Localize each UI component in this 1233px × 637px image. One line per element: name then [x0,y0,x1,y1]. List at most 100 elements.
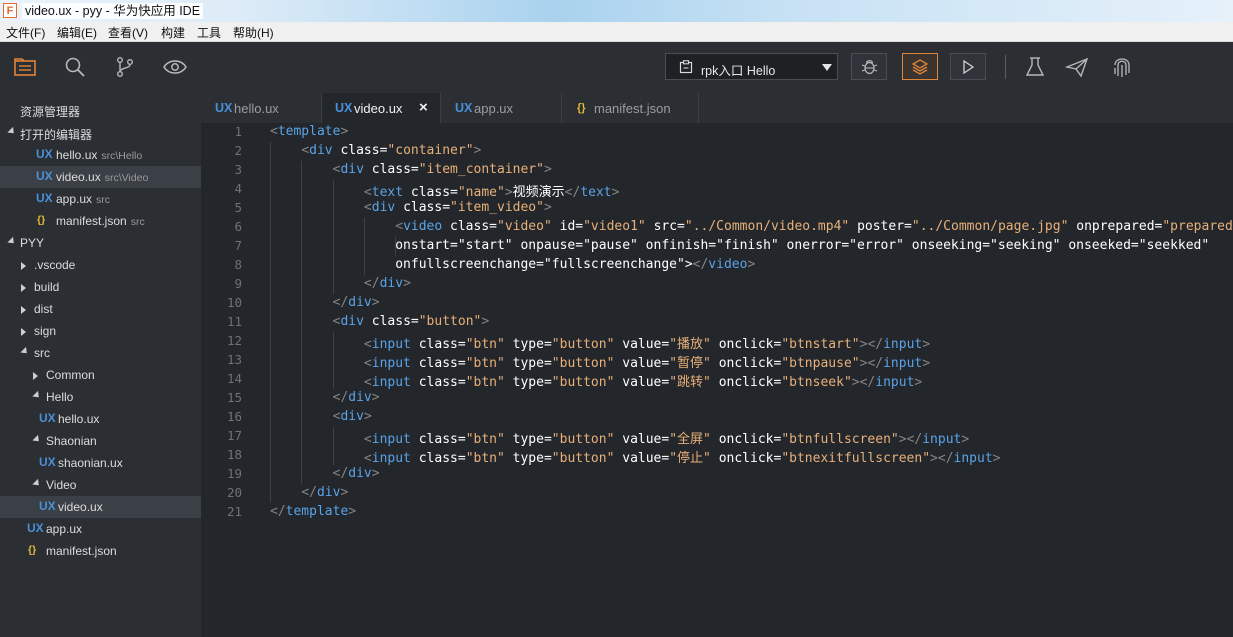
tree-item-path: src\Hello [101,150,143,162]
ux-file-icon: UX [215,101,233,115]
page-entry-icon [679,60,693,74]
tab-separator [698,93,699,123]
chevron-right-icon[interactable] [33,372,38,380]
tree-item-label: sign [34,324,57,338]
tree-item-label: hello.ux [58,412,100,426]
code-line[interactable]: 13 <input class="btn" type="button" valu… [201,351,1233,371]
search-icon[interactable] [63,56,87,78]
code-line[interactable]: 17 <input class="btn" type="button" valu… [201,427,1233,447]
code-line[interactable]: 20 </div> [201,484,1233,503]
code-line[interactable]: 12 <input class="btn" type="button" valu… [201,332,1233,352]
build-button[interactable] [902,53,938,80]
code-line[interactable]: 7 onstart="start" onpause="pause" onfini… [201,237,1233,256]
ux-file-icon: UX [39,499,56,513]
tab-hello-ux[interactable]: UX hello.ux [201,93,321,123]
code-line[interactable]: 6 <video class="video" id="video1" src="… [201,218,1233,237]
ux-file-icon: UX [36,191,53,205]
tree-item-video[interactable]: Video [0,474,201,496]
close-tab-icon[interactable]: × [419,99,428,116]
chevron-down-icon[interactable] [7,236,17,247]
code-line[interactable]: 21 </template> [201,503,1233,522]
open-editor-item[interactable]: {} manifest.json src [0,210,201,232]
debug-button[interactable] [851,53,887,80]
code-text: <input class="btn" type="button" value="… [363,432,970,447]
open-editors-header[interactable]: 打开的编辑器 [0,122,201,144]
code-line[interactable]: 1 <template> [201,123,1233,142]
project-root[interactable]: PYY [0,232,201,254]
code-line[interactable]: 5 <div class="item_video"> [201,199,1233,218]
tree-item-app-ux[interactable]: UX app.ux [0,518,201,540]
open-editor-item[interactable]: UX app.ux src [0,188,201,210]
menu-help[interactable]: 帮助(H) [233,24,274,41]
code-line[interactable]: 14 <input class="btn" type="button" valu… [201,370,1233,390]
chevron-down-icon[interactable] [32,478,42,489]
code-text: <template> [270,124,349,139]
code-text: <video class="video" id="video1" src="..… [395,219,1233,234]
tree-item: hello.ux src\Hello [56,148,142,162]
tree-item-src[interactable]: src [0,342,201,364]
code-line[interactable]: 9 </div> [201,275,1233,294]
chevron-down-icon[interactable] [32,434,42,445]
code-line[interactable]: 11 <div class="button"> [201,313,1233,332]
flask-icon[interactable] [1024,56,1046,78]
line-number: 2 [234,143,242,158]
code-line[interactable]: 16 <div> [201,408,1233,427]
explorer-icon[interactable] [13,56,37,78]
menu-file[interactable]: 文件(F) [6,24,45,41]
code-line[interactable]: 15 </div> [201,389,1233,408]
tab-manifest-json[interactable]: {} manifest.json [562,93,698,123]
open-editor-item[interactable]: UX video.ux src\Video [0,166,201,188]
send-icon[interactable] [1065,56,1089,78]
code-line[interactable]: 3 <div class="item_container"> [201,161,1233,180]
tree-item-dist[interactable]: dist [0,298,201,320]
code-line[interactable]: 4 <text class="name">视频演示</text> [201,180,1233,200]
ux-file-icon: UX [36,147,53,161]
tree-item-hello-ux[interactable]: UX hello.ux [0,408,201,430]
code-line[interactable]: 8 onfullscreenchange="fullscreenchange">… [201,256,1233,275]
tree-item-common[interactable]: Common [0,364,201,386]
chevron-right-icon[interactable] [21,284,26,292]
tab-label: manifest.json [594,101,671,116]
code-line[interactable]: 18 <input class="btn" type="button" valu… [201,446,1233,466]
tree-item-manifest-json[interactable]: {} manifest.json [0,540,201,562]
code-editor[interactable]: 1 <template> 2 <div class="container"> 3 <d… [201,123,1233,637]
menu-build[interactable]: 构建 [161,24,185,41]
chevron-down-icon[interactable] [20,346,30,357]
tree-item-sign[interactable]: sign [0,320,201,342]
chevron-right-icon[interactable] [21,306,26,314]
tree-item-build[interactable]: build [0,276,201,298]
chevron-down-icon[interactable] [7,126,17,137]
window-title: video.ux - pyy - 华为快应用 IDE [22,3,204,19]
tree-item-vscode[interactable]: .vscode [0,254,201,276]
line-number: 1 [234,124,242,139]
tree-item-hello[interactable]: Hello [0,386,201,408]
menu-view[interactable]: 查看(V) [108,24,148,41]
open-editor-item[interactable]: UX hello.ux src\Hello [0,144,201,166]
tree-item-label: 打开的编辑器 [20,128,93,142]
code-text: <div class="button"> [332,314,490,329]
rpk-entry-select[interactable]: rpk入口 Hello [665,53,838,80]
code-line[interactable]: 10 </div> [201,294,1233,313]
code-text: <input class="btn" type="button" value="… [363,451,1001,466]
tree-item-shaonian-ux[interactable]: UX shaonian.ux [0,452,201,474]
tree-item-label: Shaonian [46,434,97,448]
tree-item-shaonian[interactable]: Shaonian [0,430,201,452]
tree-item-video-ux[interactable]: UX video.ux [0,496,201,518]
code-line[interactable]: 19 </div> [201,465,1233,484]
tree-item-label: app.ux [46,522,83,536]
menu-tools[interactable]: 工具 [197,24,221,41]
run-button[interactable] [950,53,986,80]
code-line[interactable]: 2 <div class="container"> [201,142,1233,161]
tab-app-ux[interactable]: UX app.ux [441,93,561,123]
ux-file-icon: UX [36,169,53,183]
menu-edit[interactable]: 编辑(E) [57,24,97,41]
fingerprint-icon[interactable] [1111,55,1133,79]
chevron-right-icon[interactable] [21,328,26,336]
source-control-icon[interactable] [113,56,137,78]
chevron-down-icon[interactable] [32,390,42,401]
tab-video-ux[interactable]: UX video.ux × [322,93,440,123]
code-text: <input class="btn" type="button" value="… [363,356,931,371]
chevron-right-icon[interactable] [21,262,26,270]
preview-eye-icon[interactable] [163,56,187,78]
line-number: 5 [234,200,242,215]
